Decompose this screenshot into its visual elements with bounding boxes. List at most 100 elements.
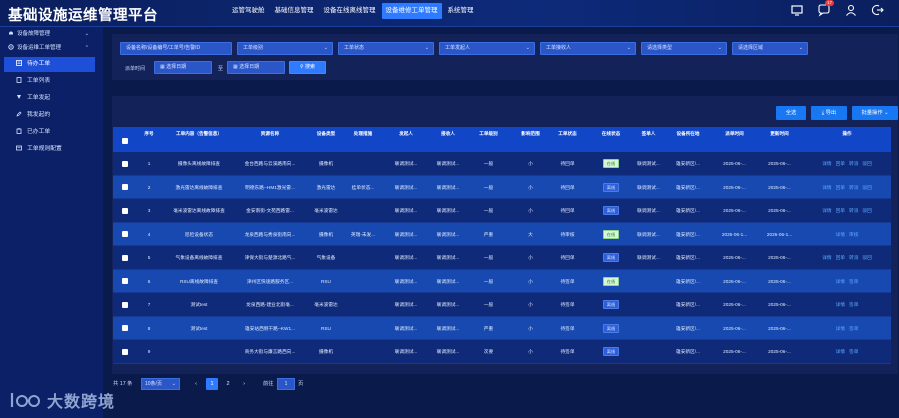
row-action-link[interactable]: 回单 (836, 185, 845, 190)
row-action-link[interactable]: 签单 (849, 302, 858, 307)
column-header[interactable]: 设备所在地 (665, 127, 711, 152)
column-header[interactable]: 影响范围 (512, 127, 549, 152)
row-action-link[interactable]: 回单 (836, 161, 845, 166)
select-all-button[interactable]: 全选 (776, 106, 806, 120)
sidebar-item-list[interactable]: 工单列表 (0, 74, 103, 89)
row-checkbox[interactable] (116, 340, 134, 363)
order-level: 次要 (483, 349, 494, 354)
row-action-link[interactable]: 审核 (849, 232, 858, 237)
row-action-link[interactable]: 转派 (849, 255, 858, 260)
message-icon[interactable]: 17 (817, 0, 835, 17)
column-header[interactable]: 工单状态 (549, 127, 586, 152)
nav-repair-orders[interactable]: 设备维修工单管理 (381, 3, 442, 19)
row-action-link[interactable]: 详情 (836, 349, 845, 354)
goto-input[interactable]: 1 (277, 378, 295, 390)
settings-doc-icon (16, 145, 22, 151)
online-status-badge: 离线 (602, 253, 620, 263)
row-checkbox[interactable] (116, 223, 134, 246)
level-select[interactable]: 工单级别 ⌄ (237, 42, 333, 55)
sidebar-group-fault[interactable]: 设备故障管理 ⌄ (0, 27, 103, 41)
column-header[interactable]: 设备类型 (309, 127, 343, 152)
page-2-button[interactable]: 2 (222, 378, 234, 390)
row-action-link[interactable]: 详情 (836, 279, 845, 284)
sidebar-item-label: 我发起的 (27, 112, 51, 118)
nav-dashboard[interactable]: 运管驾驶舱 (228, 0, 269, 22)
row-action-link[interactable]: 详情 (822, 161, 831, 166)
row-action-link[interactable]: 详情 (822, 185, 831, 190)
initiator-select[interactable]: 工单发起人 ⌄ (439, 42, 535, 55)
sidebar-group-orders[interactable]: 设备运维工单管理 ⌃ (0, 41, 103, 55)
prev-page-button[interactable]: ‹ (190, 378, 202, 390)
row-action-link[interactable]: 驳回 (862, 161, 871, 166)
row-action-link[interactable]: 详情 (836, 302, 845, 307)
next-page-button[interactable]: › (238, 378, 250, 390)
select-all-checkbox[interactable] (116, 127, 134, 152)
monitor-icon[interactable] (790, 3, 804, 17)
user-icon[interactable] (844, 3, 858, 17)
sidebar-item-initiate[interactable]: 工单发起 (0, 91, 103, 106)
area-select[interactable]: 请选择区域 ⌄ (732, 42, 808, 55)
type-select[interactable]: 请选择类型 ⌄ (641, 42, 727, 55)
column-header[interactable]: 资源名称 (233, 127, 307, 152)
order-content: 测试test (190, 302, 208, 307)
batch-action-button[interactable]: 批量操作 ⌄ (852, 106, 898, 120)
row-checkbox[interactable] (116, 293, 134, 316)
nav-system[interactable]: 系统管理 (444, 0, 478, 22)
row-action-link[interactable]: 转派 (849, 185, 858, 190)
column-header[interactable]: 操作 (803, 127, 891, 152)
chevron-down-icon: ⌄ (525, 45, 530, 51)
nav-basic-info[interactable]: 基础信息管理 (271, 0, 318, 22)
column-header[interactable]: 签单人 (632, 127, 665, 152)
update-time: 2025-06-... (768, 349, 791, 354)
column-header[interactable]: 接收人 (427, 127, 469, 152)
keyword-input[interactable]: 设备名称/设备编号/工单号/告警ID (120, 42, 232, 55)
column-header[interactable]: 发起人 (385, 127, 427, 152)
table-row: 4 巡检设备状态 龙泉西路与秀泉街南向... 摄像机 英瑞-未发... 联调测试... 联调… (113, 222, 891, 246)
column-header[interactable]: 工单内容（告警信息） (165, 127, 233, 152)
sidebar-item-rules[interactable]: 工单规则配置 (0, 142, 103, 157)
row-checkbox[interactable] (116, 199, 134, 222)
start-date-input[interactable]: ▦ 选择日期 (154, 61, 212, 74)
export-button[interactable]: ⤓ 导出 (811, 106, 847, 120)
row-action-link[interactable]: 转派 (849, 161, 858, 166)
column-header[interactable]: 序号 (135, 127, 163, 152)
row-action-link[interactable]: 回单 (836, 208, 845, 213)
row-action-link[interactable]: 详情 (836, 232, 845, 237)
row-checkbox[interactable] (116, 270, 134, 293)
nav-online-offline[interactable]: 设备在线离线管理 (320, 0, 380, 22)
page-size-select[interactable]: 10条/页 ⌄ (141, 378, 180, 390)
row-action-link[interactable]: 转派 (849, 208, 858, 213)
column-header[interactable]: 处理措施 (343, 127, 383, 152)
column-header[interactable]: 工单级别 (470, 127, 507, 152)
row-action-link[interactable]: 详情 (836, 326, 845, 331)
search-button[interactable]: ⚲ 搜索 (289, 61, 326, 74)
row-checkbox[interactable] (116, 152, 134, 175)
row-action-link[interactable]: 签单 (849, 349, 858, 354)
online-status: 离线 (590, 246, 632, 269)
row-action-link[interactable]: 驳回 (862, 255, 871, 260)
status-select[interactable]: 工单状态 ⌄ (338, 42, 434, 55)
row-checkbox[interactable] (116, 317, 134, 340)
row-action-link[interactable]: 详情 (822, 255, 831, 260)
page-1-button[interactable]: 1 (206, 378, 218, 390)
sidebar-item-done[interactable]: 已办工单 (0, 125, 103, 140)
end-date-input[interactable]: ▦ 选择日期 (227, 61, 285, 74)
sidebar-item-todo[interactable]: 待办工单 (4, 57, 95, 72)
row-action-link[interactable]: 签单 (849, 279, 858, 284)
order-level: 严重 (483, 325, 494, 331)
column-header[interactable]: 在线状态 (590, 127, 632, 152)
row-checkbox[interactable] (116, 176, 134, 199)
logout-icon[interactable] (871, 3, 885, 17)
resource-name: 龙泉西路-建业北街毫... (246, 302, 294, 307)
row-checkbox[interactable] (116, 246, 134, 269)
row-action-link[interactable]: 签单 (849, 326, 858, 331)
sidebar-item-mine[interactable]: 我发起的 (0, 108, 103, 123)
row-action-link[interactable]: 回单 (836, 255, 845, 260)
row-action-link[interactable]: 详情 (822, 208, 831, 213)
orders-table: 序号 工单内容（告警信息） 资源名称 设备类型 处理措施 发起人 接收人 工单级别 影响范围 工单… (113, 127, 891, 364)
row-action-link[interactable]: 驳回 (862, 208, 871, 213)
column-header[interactable]: 派单时间 (711, 127, 758, 152)
receiver-select[interactable]: 工单接收人 ⌄ (540, 42, 636, 55)
column-header[interactable]: 更新时间 (758, 127, 801, 152)
row-action-link[interactable]: 驳回 (862, 185, 871, 190)
